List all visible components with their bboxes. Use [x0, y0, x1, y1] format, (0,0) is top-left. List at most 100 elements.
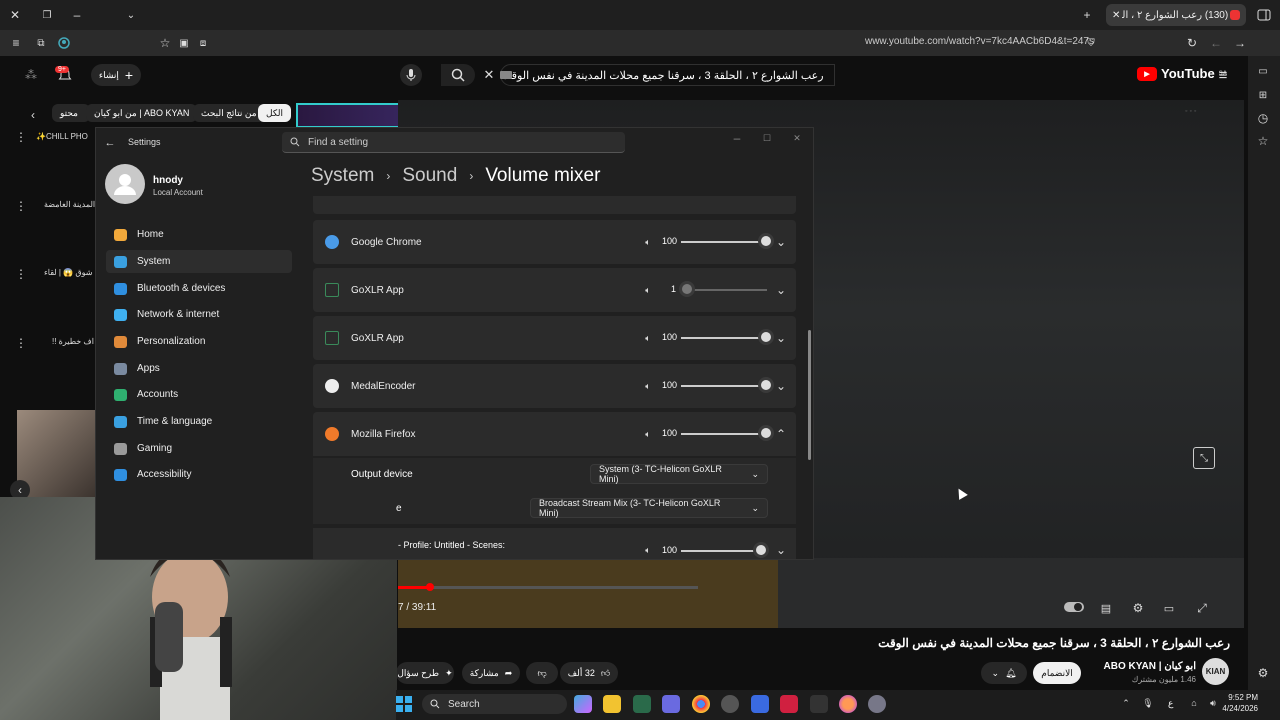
- screenshot-icon[interactable]: ⧈: [196, 36, 210, 50]
- channel-name[interactable]: ابو كيان | ABO KYAN: [1104, 661, 1196, 672]
- app-volume-knob[interactable]: [758, 233, 774, 249]
- bookmark-star-icon[interactable]: ☆: [158, 36, 172, 50]
- settings-nav-network-internet[interactable]: Network & internet: [106, 303, 292, 326]
- window-close-icon[interactable]: ✕: [790, 132, 804, 144]
- find-setting-input[interactable]: Find a setting: [282, 132, 625, 153]
- settings-nav-system[interactable]: System: [106, 250, 292, 273]
- reload-icon[interactable]: ↻: [1185, 36, 1199, 50]
- taskbar-search[interactable]: Search: [422, 694, 567, 714]
- fullscreen-icon[interactable]: ⤢: [1194, 600, 1210, 616]
- obs-volume-slider[interactable]: [681, 550, 761, 552]
- chip-content[interactable]: محتو: [52, 104, 90, 122]
- shield-icon[interactable]: ⛉: [1084, 36, 1098, 50]
- speaker-icon[interactable]: 🔈︎: [642, 380, 654, 392]
- active-tab[interactable]: (130) رعب الشوارع ٢ ، الحلقة 3 ، ... ✕: [1106, 4, 1246, 26]
- chips-left-arrow-icon[interactable]: ‹: [26, 108, 40, 122]
- gear-icon[interactable]: ⚙: [1256, 666, 1270, 680]
- favorites-icon[interactable]: ☆: [1256, 134, 1270, 148]
- speaker-icon[interactable]: 🔈︎: [642, 428, 654, 440]
- settings-nav-time-language[interactable]: Time & language: [106, 410, 292, 433]
- chevron-down-icon[interactable]: ⌄: [775, 379, 787, 393]
- tray-chevron-icon[interactable]: ⌃: [1120, 697, 1132, 709]
- settings-nav-apps[interactable]: Apps: [106, 357, 292, 380]
- goxlr-icon[interactable]: [633, 695, 651, 713]
- sidebar-toggle-icon[interactable]: [1256, 7, 1272, 23]
- settings-nav-accounts[interactable]: Accounts: [106, 383, 292, 406]
- chip-all[interactable]: الكل: [258, 104, 292, 122]
- reader-icon[interactable]: ▣: [177, 36, 191, 50]
- more-vert-icon[interactable]: ⋮: [15, 199, 27, 213]
- speaker-icon[interactable]: 🔈︎: [642, 284, 654, 296]
- hamburger-menu-icon[interactable]: ≡: [1214, 66, 1232, 84]
- breadcrumb-sound[interactable]: Sound: [402, 165, 457, 187]
- progress-bar[interactable]: [398, 586, 698, 589]
- speaker-icon[interactable]: 🔈︎: [642, 236, 654, 248]
- forward-arrow-icon[interactable]: →: [1233, 36, 1247, 50]
- miniplayer-icon[interactable]: ⤡: [1193, 447, 1215, 469]
- app-volume-knob[interactable]: [758, 377, 774, 393]
- ask-button[interactable]: ✦ طرح سؤال: [396, 662, 454, 684]
- chrome-icon[interactable]: [692, 695, 710, 713]
- obs-icon[interactable]: [721, 695, 739, 713]
- subscribe-bell-button[interactable]: 🔔︎ ⌄: [981, 662, 1027, 684]
- captions-icon[interactable]: ▤: [1098, 600, 1114, 616]
- speaker-icon[interactable]: 🔈︎: [642, 332, 654, 344]
- url-bar[interactable]: www.youtube.com/watch?v=7kc4AACb6D4&t=24…: [865, 36, 1094, 47]
- more-vert-icon[interactable]: ⋮: [15, 130, 27, 144]
- search-input[interactable]: رعب الشوارع ٢ ، الحلقة 3 ، سرقنا جميع مح…: [500, 64, 835, 86]
- file-explorer-icon[interactable]: [603, 695, 621, 713]
- chevron-down-icon[interactable]: ⌄: [124, 8, 138, 22]
- windows-start-icon[interactable]: [396, 696, 412, 712]
- app-volume-knob[interactable]: [758, 329, 774, 345]
- network-icon[interactable]: ⌂: [1188, 697, 1200, 709]
- settings-nav-bluetooth-devices[interactable]: Bluetooth & devices: [106, 277, 292, 300]
- theater-mode-icon[interactable]: ▭: [1161, 600, 1177, 616]
- settings-nav-home[interactable]: Home: [106, 223, 292, 246]
- chevron-down-icon[interactable]: ⌄: [775, 283, 787, 297]
- window-maximize-icon[interactable]: ☐: [760, 132, 774, 144]
- sidebar-panel-icon[interactable]: ▭: [1256, 64, 1270, 78]
- teams-icon[interactable]: [662, 695, 680, 713]
- tray-mic-icon[interactable]: 🎙︎: [1142, 697, 1154, 709]
- app-icon[interactable]: [751, 695, 769, 713]
- share-button[interactable]: ➦ مشاركة: [462, 662, 520, 684]
- like-button[interactable]: 👍︎ 32 ألف: [560, 662, 618, 684]
- chevron-down-icon[interactable]: ⌄: [775, 235, 787, 249]
- autoplay-toggle[interactable]: [1063, 600, 1085, 614]
- app-red-icon[interactable]: [780, 695, 798, 713]
- close-window-icon[interactable]: ✕: [8, 8, 22, 22]
- settings-nav-personalization[interactable]: Personalization: [106, 330, 292, 353]
- sidebar-video-4[interactable]: اف خطيرة !!: [52, 337, 94, 346]
- chip-channel[interactable]: من ابو كيان | ABO KYAN: [86, 104, 198, 122]
- chevron-down-icon[interactable]: ⌄: [775, 331, 787, 345]
- firefox-icon[interactable]: [839, 695, 857, 713]
- mic-icon[interactable]: [400, 64, 422, 86]
- window-minimize-icon[interactable]: –: [730, 131, 744, 145]
- join-button[interactable]: الانضمام: [1033, 662, 1081, 684]
- clear-search-icon[interactable]: ✕: [481, 67, 497, 83]
- restore-icon[interactable]: ❐: [40, 8, 54, 22]
- obs-volume-knob[interactable]: [753, 542, 769, 558]
- copilot-icon[interactable]: [574, 695, 592, 713]
- create-button[interactable]: + إنشاء: [91, 64, 141, 86]
- profile-icon[interactable]: [57, 36, 71, 50]
- new-tab-icon[interactable]: +: [1080, 8, 1094, 22]
- volume-icon[interactable]: 🔊︎: [1207, 697, 1219, 709]
- chip-search-results[interactable]: من نتائج البحث: [193, 104, 265, 122]
- more-vert-icon[interactable]: ⋮: [15, 336, 27, 350]
- speaker-icon[interactable]: 🔈︎: [642, 544, 654, 556]
- menu-icon[interactable]: ≡: [9, 36, 23, 50]
- sidebar-video-2[interactable]: المدينة الغامضة: [44, 200, 95, 209]
- sidebar-video-1[interactable]: CHILL PHO✨: [36, 132, 88, 141]
- taskbar-clock[interactable]: 9:52 PM 4/24/2026: [1222, 692, 1258, 714]
- output-device-dropdown[interactable]: System (3- TC-Helicon GoXLR Mini) ⌄: [590, 464, 768, 484]
- settings-scrollbar[interactable]: [808, 330, 811, 460]
- channel-avatar[interactable]: KIAN: [1202, 658, 1229, 685]
- back-arrow-icon[interactable]: ←: [1209, 36, 1223, 50]
- settings-nav-accessibility[interactable]: Accessibility: [106, 463, 292, 486]
- chevron-down-icon[interactable]: ⌄: [775, 543, 787, 557]
- dislike-button[interactable]: 👎︎: [526, 662, 558, 684]
- settings-app-icon[interactable]: [868, 695, 886, 713]
- language-indicator[interactable]: ع: [1168, 698, 1173, 709]
- app-dark-icon[interactable]: [810, 695, 828, 713]
